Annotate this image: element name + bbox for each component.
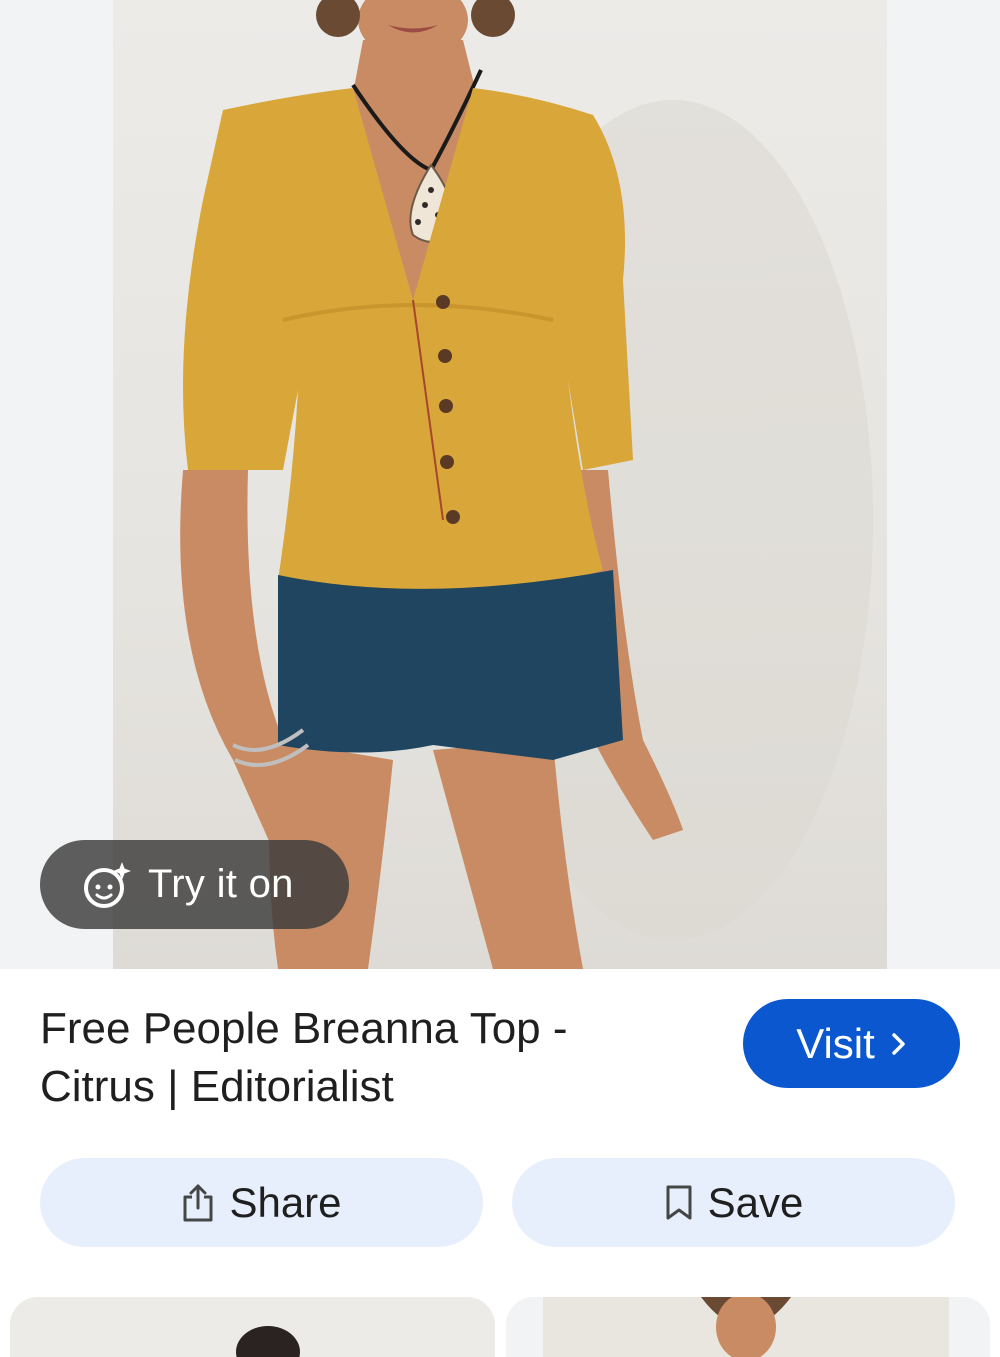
product-photo-illustration bbox=[180, 0, 873, 969]
related-result-thumbnail bbox=[506, 1297, 990, 1357]
visit-button[interactable]: Visit bbox=[743, 999, 960, 1088]
share-button[interactable]: Share bbox=[40, 1158, 483, 1247]
product-image[interactable] bbox=[113, 0, 887, 969]
share-label: Share bbox=[229, 1178, 342, 1226]
bookmark-icon bbox=[664, 1183, 694, 1223]
result-title[interactable]: Free People Breanna Top - Citrus | Edito… bbox=[40, 1000, 680, 1116]
related-result-thumbnail bbox=[10, 1297, 495, 1357]
share-icon bbox=[181, 1183, 215, 1223]
chevron-right-icon bbox=[891, 1032, 907, 1056]
try-it-on-label: Try it on bbox=[148, 862, 294, 906]
face-sparkle-icon bbox=[82, 860, 132, 910]
related-result-card[interactable] bbox=[10, 1297, 495, 1357]
related-result-card[interactable] bbox=[506, 1297, 990, 1357]
try-it-on-button[interactable]: Try it on bbox=[40, 840, 349, 929]
save-button[interactable]: Save bbox=[512, 1158, 955, 1247]
visit-label: Visit bbox=[796, 1019, 875, 1067]
save-label: Save bbox=[707, 1178, 804, 1226]
